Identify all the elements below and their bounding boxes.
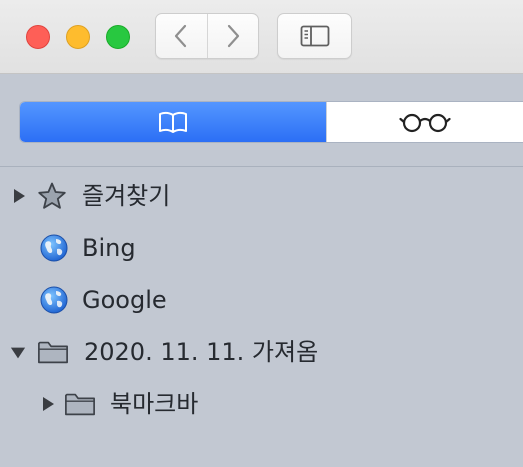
globe-icon — [38, 284, 70, 316]
sidebar-segmented-control — [19, 101, 523, 143]
close-window-button[interactable] — [26, 25, 50, 49]
disclosure-triangle-expanded-icon[interactable] — [10, 345, 26, 361]
chevron-right-icon — [227, 24, 239, 48]
book-icon — [159, 111, 187, 133]
forward-button[interactable] — [207, 14, 258, 58]
tab-bookmarks[interactable] — [20, 102, 326, 142]
star-icon — [36, 180, 68, 212]
zoom-window-button[interactable] — [106, 25, 130, 49]
bookmark-label: 2020. 11. 11. 가져옴 — [84, 338, 319, 366]
toggle-sidebar-button[interactable] — [277, 13, 352, 59]
bookmark-row-favorites[interactable]: 즐겨찾기 — [0, 176, 523, 216]
bookmark-label: 북마크바 — [110, 390, 199, 418]
folder-icon — [64, 388, 96, 420]
bookmark-row-bing[interactable]: Bing — [0, 228, 523, 268]
disclosure-triangle-collapsed-icon[interactable] — [11, 188, 27, 204]
bookmark-row-imported-folder[interactable]: 2020. 11. 11. 가져옴 — [0, 332, 523, 372]
bookmark-label: Bing — [82, 234, 136, 262]
minimize-window-button[interactable] — [66, 25, 90, 49]
glasses-icon — [399, 113, 451, 133]
bookmark-row-bookmarks-bar-folder[interactable]: 북마크바 — [0, 384, 523, 424]
back-button[interactable] — [156, 14, 207, 58]
bookmark-label: 즐겨찾기 — [82, 182, 171, 210]
section-divider — [0, 166, 523, 167]
bookmark-row-google[interactable]: Google — [0, 280, 523, 320]
folder-icon — [37, 336, 69, 368]
globe-icon — [38, 232, 70, 264]
bookmark-label: Google — [82, 286, 167, 314]
sidebar-icon — [300, 25, 329, 47]
tab-reading-list[interactable] — [326, 102, 523, 142]
navigation-button-group — [155, 13, 259, 59]
window-toolbar — [0, 0, 523, 74]
disclosure-triangle-collapsed-icon[interactable] — [40, 396, 56, 412]
chevron-left-icon — [175, 24, 187, 48]
